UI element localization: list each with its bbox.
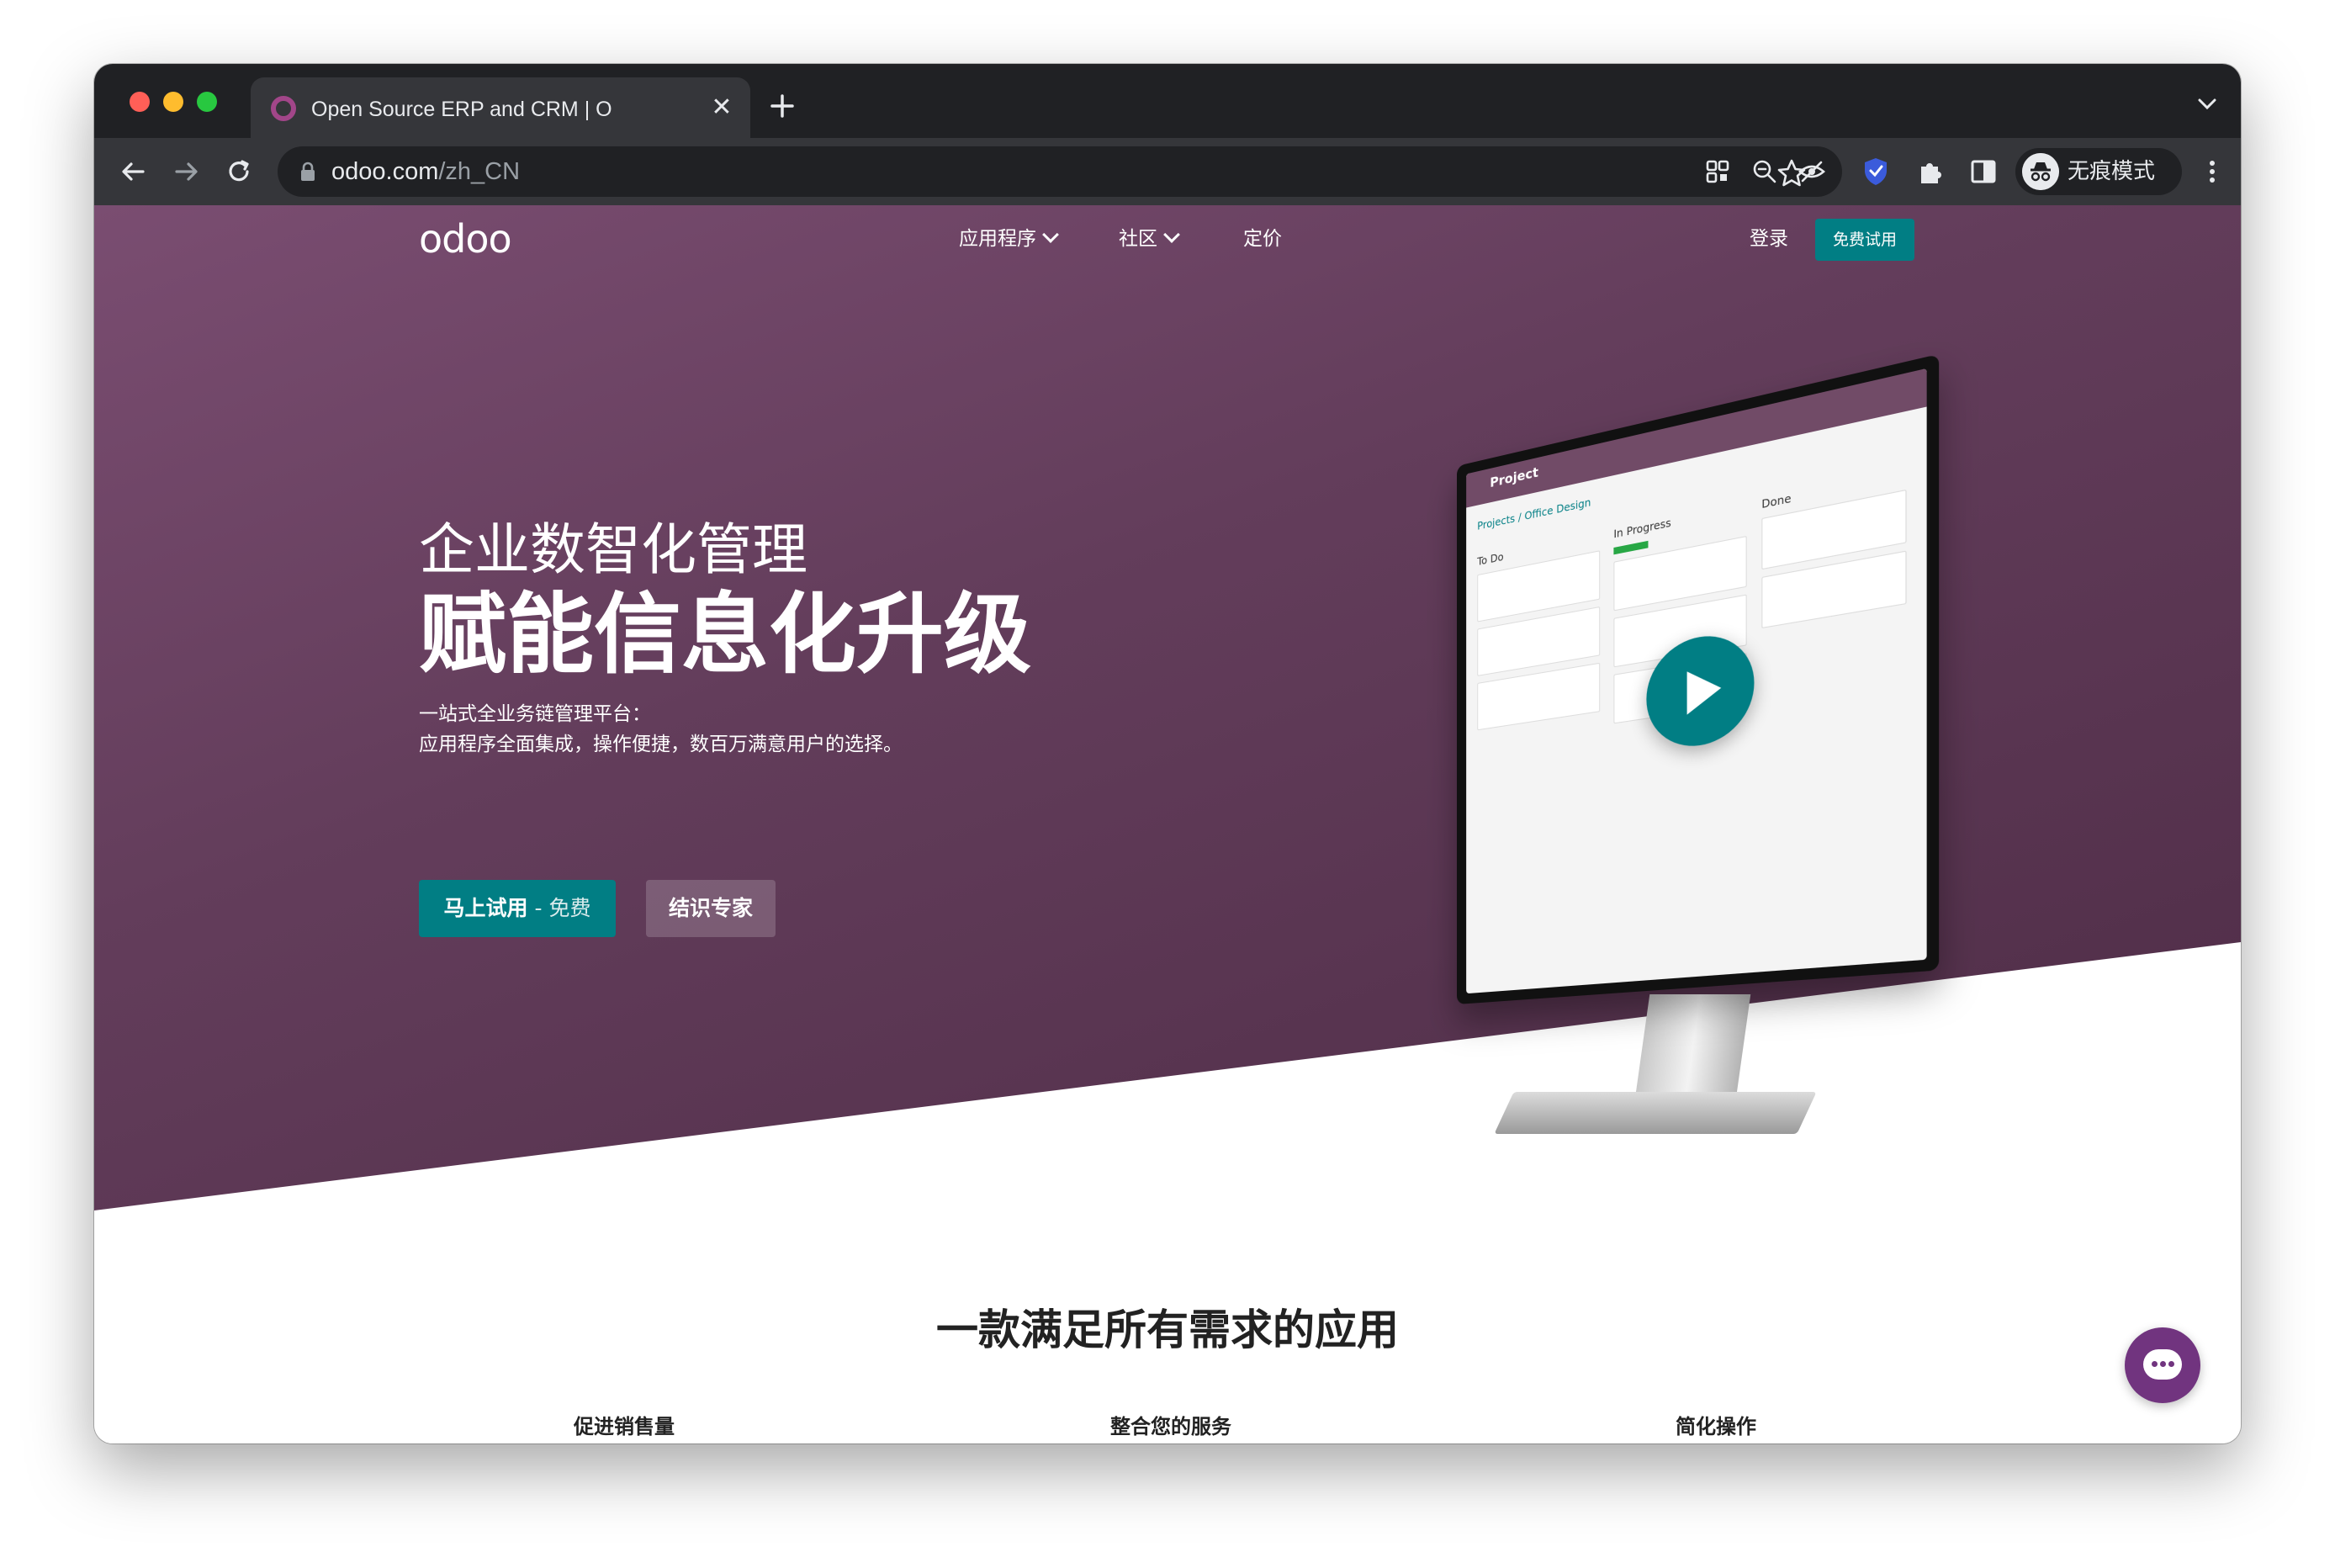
nav-apps-dropdown[interactable]: 应用程序 xyxy=(959,224,1059,254)
screen-progress-bar xyxy=(1613,540,1649,555)
browser-menu-kebab-icon[interactable] xyxy=(2195,155,2229,188)
extensions-puzzle-icon[interactable] xyxy=(1914,155,1948,188)
address-bar[interactable]: odoo.com/zh_CN xyxy=(278,146,1842,197)
incognito-label: 无痕模式 xyxy=(2068,159,2156,184)
browser-window: Open Source ERP and CRM | O ✕ odoo.com/z… xyxy=(94,64,2241,1444)
try-now-label: 马上试用 xyxy=(443,896,528,920)
site-navbar: odoo 应用程序 社区 定价 登录 免费试用 xyxy=(94,205,2241,273)
chevron-down-icon xyxy=(1042,226,1059,243)
group-label-sales: 促进销售量 xyxy=(574,1415,675,1438)
reload-icon[interactable] xyxy=(222,155,256,188)
forward-icon[interactable] xyxy=(170,155,204,188)
group-label-operations: 简化操作 xyxy=(1676,1415,1756,1438)
monitor-illustration: Project Projects / Office Design To Do I… xyxy=(1339,353,1945,1206)
side-panel-icon[interactable] xyxy=(1967,155,2000,188)
screen-app-preview: Project Projects / Office Design To Do I… xyxy=(1466,368,1927,994)
try-now-free-label: - 免费 xyxy=(527,896,591,920)
play-icon xyxy=(1686,665,1722,715)
apps-section-title: 一款满足所有需求的应用 xyxy=(936,1306,1399,1354)
chevron-down-icon xyxy=(1163,226,1180,243)
chat-dot xyxy=(2152,1361,2158,1367)
hero-title-line1: 企业数智化管理 xyxy=(419,517,807,582)
chat-bubble-icon xyxy=(2143,1349,2182,1380)
tab-close-icon[interactable]: ✕ xyxy=(708,94,735,121)
hero-title-line2: 赋能信息化升级 xyxy=(419,583,1032,686)
page-viewport: odoo 应用程序 社区 定价 登录 免费试用 企业数智化管理 赋能信息化升级 … xyxy=(94,205,2241,1444)
zoom-window-button[interactable] xyxy=(197,92,217,112)
monitor-screen: Project Projects / Office Design To Do I… xyxy=(1457,353,1940,1004)
nav-community-dropdown[interactable]: 社区 xyxy=(1119,224,1180,254)
close-window-button[interactable] xyxy=(130,92,150,112)
try-now-button[interactable]: 马上试用 - 免费 xyxy=(419,880,616,937)
chat-dot xyxy=(2168,1361,2174,1367)
tab-title: Open Source ERP and CRM | O xyxy=(311,98,612,121)
odoo-favicon-icon xyxy=(271,96,296,121)
chat-dot xyxy=(2160,1361,2166,1367)
live-chat-button[interactable] xyxy=(2125,1327,2200,1403)
monitor-stand-base xyxy=(1494,1092,1817,1134)
monitor-stand-neck xyxy=(1633,994,1751,1105)
screen-column-todo: To Do xyxy=(1477,531,1601,911)
new-tab-icon[interactable] xyxy=(767,91,797,121)
incognito-icon xyxy=(2022,153,2059,190)
tab-search-chevron-icon[interactable] xyxy=(2197,96,2217,113)
free-trial-button[interactable]: 免费试用 xyxy=(1815,219,1914,261)
incognito-profile-button[interactable]: 无痕模式 xyxy=(2015,148,2182,195)
hero-subtitle-line2: 应用程序全面集成，操作便捷，数百万满意用户的选择。 xyxy=(419,734,903,755)
browser-toolbar: odoo.com/zh_CN 无痕模式 xyxy=(94,138,2241,205)
browser-tab[interactable]: Open Source ERP and CRM | O ✕ xyxy=(251,77,750,138)
lock-icon[interactable] xyxy=(299,162,316,182)
qr-code-icon[interactable] xyxy=(1702,156,1733,187)
login-link[interactable]: 登录 xyxy=(1750,224,1788,254)
odoo-logo[interactable]: odoo xyxy=(419,212,512,266)
minimize-window-button[interactable] xyxy=(163,92,183,112)
group-label-services: 整合您的服务 xyxy=(1110,1415,1231,1438)
meet-expert-button[interactable]: 结识专家 xyxy=(646,880,776,937)
nav-apps-label: 应用程序 xyxy=(959,228,1036,250)
screen-column-title: In Progress xyxy=(1613,516,1671,541)
hero-subtitle-line1: 一站式全业务链管理平台： xyxy=(419,703,651,725)
nav-community-label: 社区 xyxy=(1119,228,1157,250)
bookmark-star-icon[interactable] xyxy=(1775,156,1808,190)
shield-extension-icon[interactable] xyxy=(1859,155,1893,188)
screen-app-title: Project xyxy=(1490,464,1538,491)
tab-strip: Open Source ERP and CRM | O ✕ xyxy=(94,64,2241,138)
screen-column-done: Done xyxy=(1761,469,1907,884)
back-icon[interactable] xyxy=(116,155,150,188)
url-text: odoo.com/zh_CN xyxy=(331,158,521,185)
nav-pricing-link[interactable]: 定价 xyxy=(1243,224,1282,254)
